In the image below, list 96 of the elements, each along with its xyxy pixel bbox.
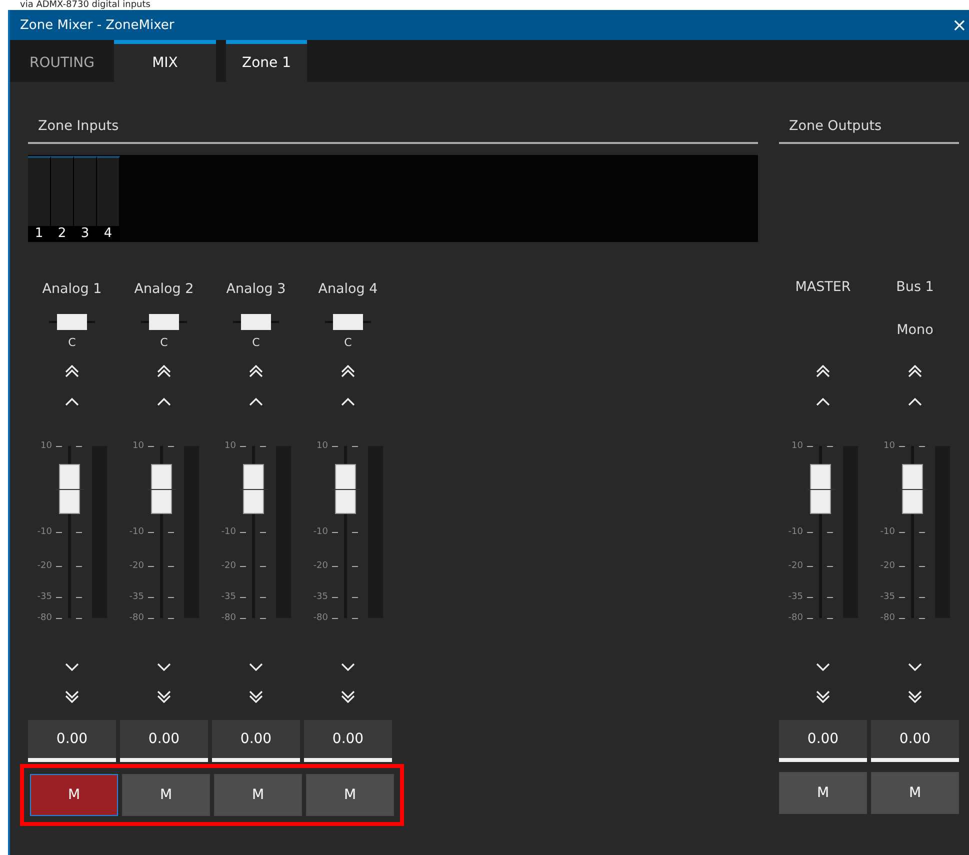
caption: via ADMX-8730 digital inputs <box>19 0 152 10</box>
mute-button[interactable]: M <box>779 772 867 814</box>
channel-number: 3 <box>74 226 96 242</box>
chevron-down-icon <box>64 662 80 672</box>
scale-label: -35 <box>36 591 52 604</box>
scale-label: -20 <box>312 560 328 572</box>
scale-label: -10 <box>312 526 328 538</box>
pan-handle[interactable] <box>149 314 179 330</box>
double-chevron-up-icon <box>907 364 923 378</box>
chevron-down-icon <box>340 662 356 672</box>
section-title: Zone Inputs <box>38 118 119 134</box>
pan-slider[interactable] <box>325 314 371 330</box>
chevron-down-icon <box>156 662 172 672</box>
scale-label: -20 <box>128 560 144 572</box>
channel-name: MASTER <box>795 278 851 297</box>
scale-label: -10 <box>787 526 803 538</box>
channel-number: 4 <box>97 226 119 242</box>
scale-label: 10 <box>40 440 52 452</box>
scale-label: -10 <box>36 526 52 538</box>
scale-label: -20 <box>220 560 236 572</box>
double-chevron-up-icon <box>156 364 172 378</box>
pan-label: C <box>344 336 352 348</box>
scale-label: -35 <box>128 591 144 604</box>
scale-label: -10 <box>220 526 236 538</box>
scale-label: -35 <box>879 591 895 604</box>
scale-label: -80 <box>220 612 236 624</box>
mute-button[interactable]: M <box>122 774 210 816</box>
channel-name: Analog 4 <box>318 280 378 299</box>
channel-number: 1 <box>28 226 50 242</box>
scale-label: -20 <box>879 560 895 572</box>
channel-name: Analog 1 <box>42 280 102 299</box>
chevron-up-icon <box>64 396 80 406</box>
mute-button[interactable]: M <box>214 774 302 816</box>
pan-slider[interactable] <box>49 314 95 330</box>
double-chevron-down-icon <box>907 690 923 704</box>
scale-label: -80 <box>36 612 52 624</box>
scale-label: -35 <box>787 591 803 604</box>
mute-button[interactable]: M <box>30 774 118 816</box>
gain-value[interactable]: 0.00 <box>779 720 867 762</box>
chevron-up-icon <box>815 396 831 406</box>
double-chevron-down-icon <box>248 690 264 704</box>
pan-label: C <box>68 336 76 348</box>
tab[interactable]: Zone 1 <box>226 40 307 82</box>
chevron-up-icon <box>156 396 172 406</box>
pan-slider[interactable] <box>141 314 187 330</box>
tab[interactable]: MIX <box>114 40 216 82</box>
scale-label: 10 <box>790 440 803 452</box>
scale-label: 10 <box>132 440 144 452</box>
window-title: Zone Mixer - ZoneMixer <box>20 18 174 32</box>
scale-label: -35 <box>312 591 328 604</box>
pan-handle[interactable] <box>57 314 87 330</box>
channel-number: 2 <box>51 226 73 242</box>
chevron-up-icon <box>248 396 264 406</box>
close-button[interactable]: × <box>950 14 969 36</box>
chevron-up-icon <box>340 396 356 406</box>
scale-label: -10 <box>879 526 895 538</box>
pan-handle[interactable] <box>333 314 363 330</box>
pan-label: C <box>252 336 260 348</box>
gain-value[interactable]: 0.00 <box>120 720 208 762</box>
channel-name: Analog 2 <box>134 280 194 299</box>
double-chevron-down-icon <box>340 690 356 704</box>
channel-name: Bus 1 <box>896 278 934 297</box>
section-title: Zone Outputs <box>789 118 882 134</box>
scale-label: -10 <box>128 526 144 538</box>
chevron-down-icon <box>815 662 831 672</box>
scale-label: -80 <box>787 612 803 624</box>
scale-label: -35 <box>220 591 236 604</box>
double-chevron-up-icon <box>815 364 831 378</box>
scale-label: 10 <box>224 440 236 452</box>
chevron-down-icon <box>248 662 264 672</box>
double-chevron-down-icon <box>64 690 80 704</box>
scale-label: -80 <box>879 612 895 624</box>
scale-label: -80 <box>128 612 144 624</box>
pan-handle[interactable] <box>241 314 271 330</box>
gain-value[interactable]: 0.00 <box>304 720 392 762</box>
mute-button[interactable]: M <box>871 772 959 814</box>
double-chevron-up-icon <box>64 364 80 378</box>
double-chevron-up-icon <box>248 364 264 378</box>
gain-value[interactable]: 0.00 <box>871 720 959 762</box>
scale-label: 10 <box>316 440 328 452</box>
gain-value[interactable]: 0.00 <box>212 720 300 762</box>
scale-label: -20 <box>36 560 52 572</box>
gain-value[interactable]: 0.00 <box>28 720 116 762</box>
chevron-down-icon <box>907 662 923 672</box>
mute-button[interactable]: M <box>306 774 394 816</box>
pan-slider[interactable] <box>233 314 279 330</box>
double-chevron-down-icon <box>156 690 172 704</box>
scale-label: -80 <box>312 612 328 624</box>
mode-label: Mono <box>896 322 934 338</box>
pan-label: C <box>160 336 168 348</box>
double-chevron-down-icon <box>815 690 831 704</box>
double-chevron-up-icon <box>340 364 356 378</box>
chevron-up-icon <box>907 396 923 406</box>
scale-label: -20 <box>787 560 803 572</box>
scale-label: 10 <box>882 440 895 452</box>
channel-name: Analog 3 <box>226 280 286 299</box>
